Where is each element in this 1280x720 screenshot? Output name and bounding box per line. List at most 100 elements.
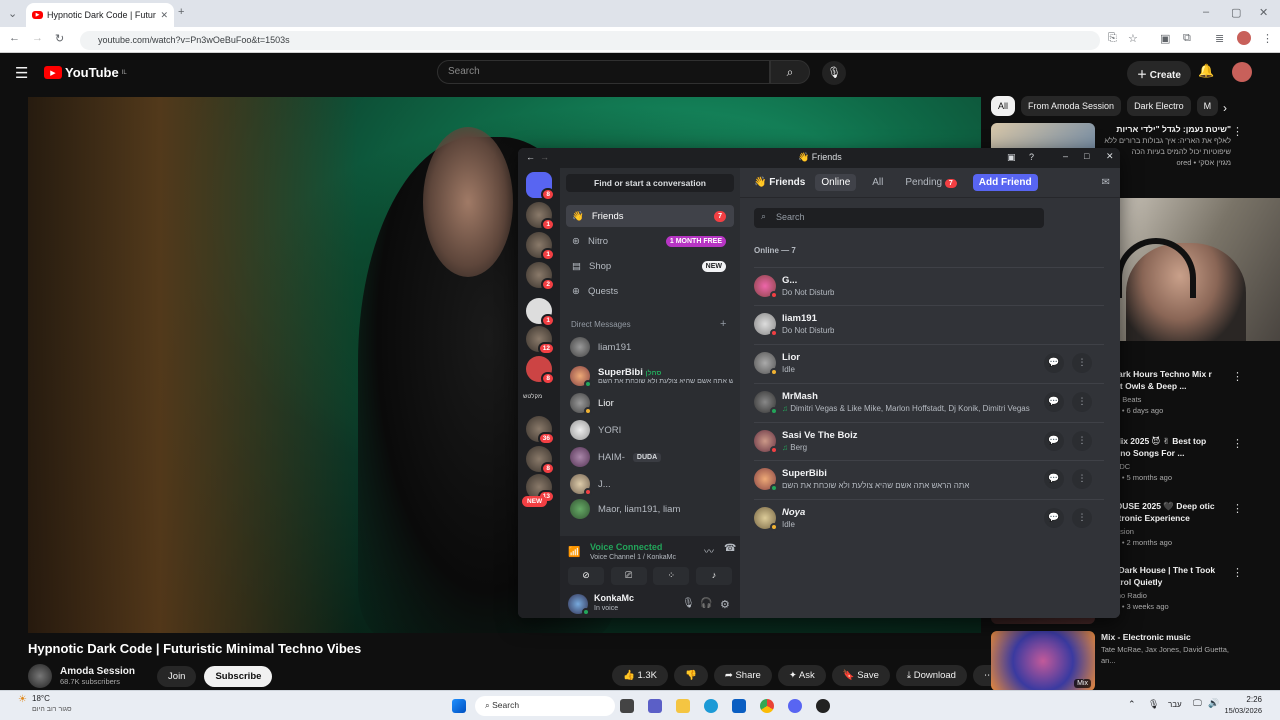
server-icon[interactable]: 1 [526,298,555,327]
install-app-icon[interactable]: ⎘ [1108,32,1117,45]
dm-item[interactable]: Lior [566,390,734,416]
discord-home-icon[interactable]: 8 [526,172,555,201]
find-conversation-button[interactable]: Find or start a conversation [566,174,734,192]
more-options-icon[interactable]: ⋮ [1072,508,1092,528]
back-icon[interactable]: ← [9,32,20,44]
message-icon[interactable]: 💬 [1044,392,1064,412]
tab-list-icon[interactable]: ⌄ [8,7,17,20]
user-avatar[interactable] [568,594,590,616]
like-button[interactable]: 👍 1.3K [612,665,669,686]
camera-off-icon[interactable]: ⊘ [568,567,604,585]
microphone-icon[interactable]: 🎙 [682,598,695,609]
friend-row[interactable]: Sasi Ve The Boiz ♫ Berg 💬 ⋮ [754,422,1104,460]
help-icon[interactable]: ? [1029,152,1034,162]
more-options-icon[interactable]: ⋮ [1232,566,1243,579]
dm-item[interactable]: HAIM- DUDA [566,444,734,470]
store-icon[interactable] [732,699,746,713]
maximize-window-icon[interactable]: ▢ [1231,6,1241,19]
server-icon[interactable]: 1 [526,232,555,261]
friend-row[interactable]: Noya Idle 💬 ⋮ [754,499,1104,537]
message-icon[interactable]: 💬 [1044,353,1064,373]
friends-search-input[interactable]: ⌕ Search [754,208,1044,228]
message-icon[interactable]: 💬 [1044,508,1064,528]
screen-share-icon[interactable]: ⎚ [610,567,647,585]
close-window-icon[interactable]: ✕ [1259,6,1268,19]
message-icon[interactable]: 💬 [1044,469,1064,489]
more-options-icon[interactable]: ⋮ [1072,392,1092,412]
discord-taskbar-icon[interactable] [788,699,802,713]
url-field[interactable]: youtube.com/watch?v=Pn3wOeBuFoo&t=1503s [80,31,1100,50]
forward-arrow-icon[interactable]: → [540,152,549,162]
minimize-window-icon[interactable]: – [1203,6,1209,18]
tab-online[interactable]: Online [815,174,857,191]
new-group-dm-icon[interactable]: ✉ [1102,177,1110,188]
weather-temp[interactable]: 18°C [32,694,50,703]
headphones-icon[interactable]: 🎧 [700,598,712,609]
chrome-icon[interactable] [760,699,774,713]
taskbar-search[interactable]: ⌕ Search [475,696,615,716]
notifications-bell-icon[interactable]: 🔔 [1198,63,1214,79]
disconnect-icon[interactable]: ☎ [724,543,736,554]
browser-tab[interactable]: ▶ Hypnotic Dark Code | Futur ✕ [26,3,174,27]
new-tab-icon[interactable]: + [178,6,184,18]
back-arrow-icon[interactable]: ← [526,152,535,162]
voice-channel[interactable]: Voice Channel 1 / KonkaMc [590,554,676,561]
create-button[interactable]: ＋ Create [1127,61,1191,86]
friend-row[interactable]: SuperBibi אתה הראש אתה אשם שהיא צולעת ול… [754,460,1104,498]
server-icon[interactable]: 1 [526,202,555,231]
input-language[interactable]: עבר [1168,700,1182,709]
inbox-icon[interactable]: ▣ [1007,152,1016,163]
dm-item[interactable]: liam191 [566,334,734,360]
friend-row[interactable]: liam191 Do Not Disturb [754,305,1104,343]
server-icon[interactable]: 8 [526,446,555,475]
browser-menu-icon[interactable]: ⋮ [1262,32,1273,45]
more-options-icon[interactable]: ⋮ [1072,353,1092,373]
more-options-icon[interactable]: ⋮ [1232,437,1243,450]
message-icon[interactable]: 💬 [1044,431,1064,451]
clock-time[interactable]: 2:26 [1226,695,1262,704]
media-controls-icon[interactable]: ≣ [1215,32,1224,45]
chip-from-channel[interactable]: From Amoda Session [1021,96,1122,116]
download-button[interactable]: ⤓ Download [895,665,967,686]
share-button[interactable]: ➦ Share [713,665,772,686]
tab-pending[interactable]: Pending 7 [899,174,962,191]
channel-avatar[interactable] [28,664,52,688]
chevron-right-icon[interactable]: › [1223,101,1227,115]
extension-icon[interactable]: ▣ [1160,32,1170,45]
close-tab-icon[interactable]: ✕ [160,10,168,21]
bookmark-star-icon[interactable]: ☆ [1128,32,1138,45]
server-icon[interactable]: 2 [526,262,555,291]
minimize-icon[interactable]: – [1063,151,1068,161]
tray-chevron-icon[interactable]: ⌃ [1128,699,1136,710]
nav-quests[interactable]: ⊕ Quests [566,280,734,302]
dm-item[interactable]: Maor, liam191, liam [566,496,734,522]
dm-item[interactable]: YORI [566,417,734,443]
voice-search-icon[interactable]: 🎙 [822,61,846,85]
reload-icon[interactable]: ↻ [55,32,64,45]
add-friend-button[interactable]: Add Friend [972,174,1038,191]
close-icon[interactable]: ✕ [1106,151,1114,162]
friend-row[interactable]: MrMash ♫ Dimitri Vegas & Like Mike, Marl… [754,383,1104,421]
weather-icon[interactable]: ☀ [18,694,27,705]
more-options-icon[interactable]: ⋮ [1232,502,1243,515]
youtube-logo[interactable]: ▶ YouTube IL [44,65,127,80]
nav-friends[interactable]: 👋 Friends 7 [566,205,734,227]
save-button[interactable]: 🔖 Save [831,665,890,686]
tab-all[interactable]: All [866,174,889,191]
nav-shop[interactable]: ▤ Shop NEW [566,255,734,277]
app-icon[interactable] [816,699,830,713]
settings-gear-icon[interactable]: ⚙ [720,598,730,611]
friend-row[interactable]: Lior Idle 💬 ⋮ [754,344,1104,382]
file-explorer-icon[interactable] [676,699,690,713]
clock-date[interactable]: 15/03/2026 [1215,706,1262,715]
search-icon[interactable]: ⌕ [770,60,810,84]
server-icon[interactable]: 36 [526,416,555,445]
server-icon[interactable]: 8 [526,356,555,385]
join-button[interactable]: Join [157,665,197,687]
friend-row[interactable]: G... Do Not Disturb [754,267,1104,305]
chip-dark-electro[interactable]: Dark Electro [1127,96,1191,116]
dm-item[interactable]: SuperBibi סחלן אתה הראש אתה אשם שהיא צול… [566,360,734,392]
more-options-icon[interactable]: ⋮ [1072,431,1092,451]
edge-icon[interactable] [704,699,718,713]
more-options-icon[interactable]: ⋮ [1072,469,1092,489]
